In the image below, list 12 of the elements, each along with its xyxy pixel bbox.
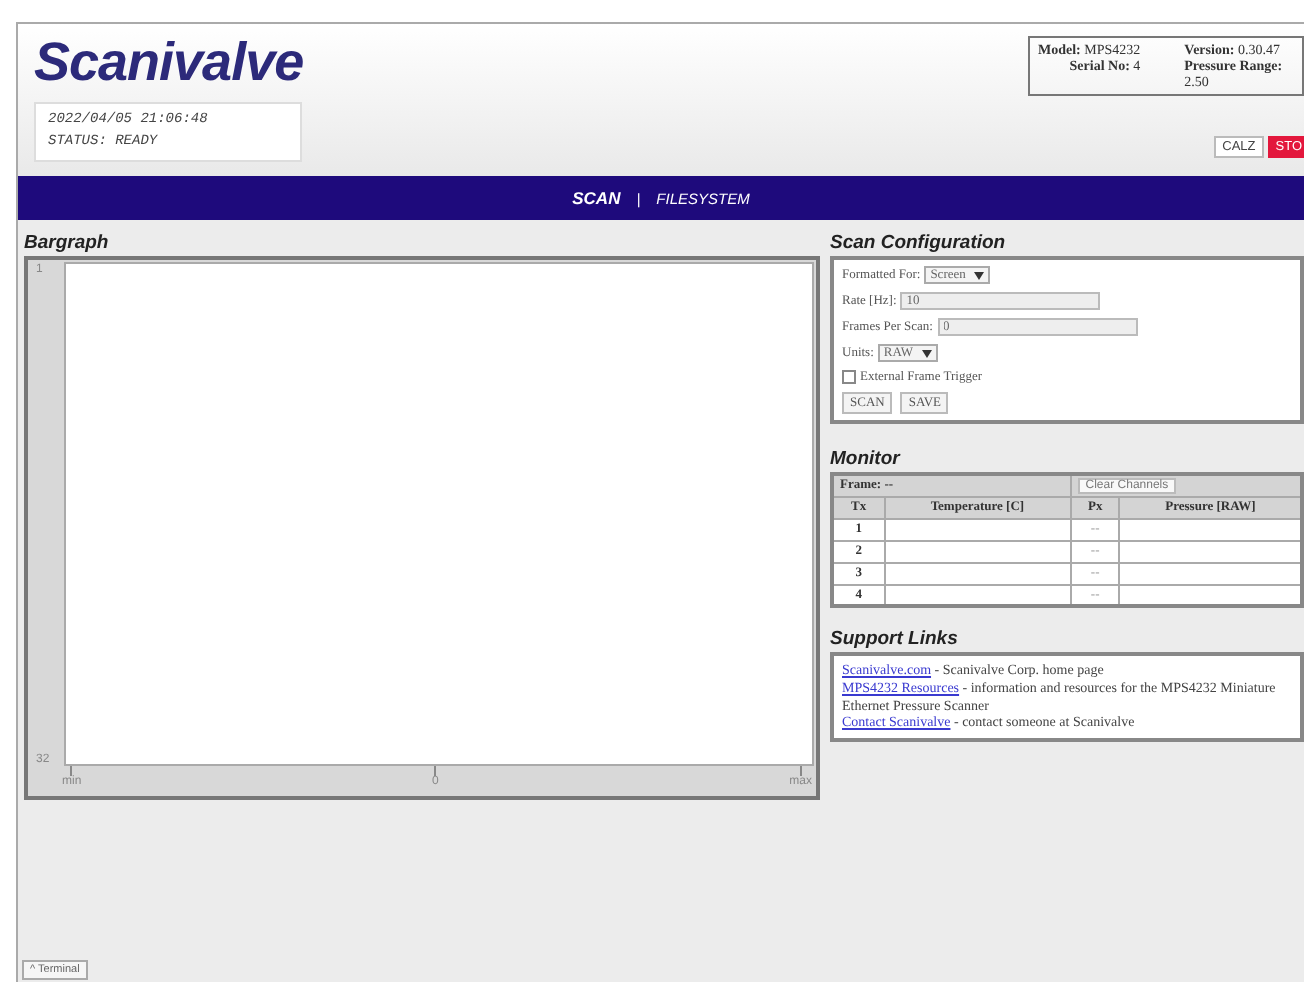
tick-mark xyxy=(799,766,802,776)
nav-tab[interactable]: SCAN xyxy=(572,188,621,208)
dropdown-caret-icon xyxy=(921,349,932,357)
panel-title: Monitor xyxy=(830,448,903,470)
tick-mark xyxy=(434,766,437,776)
dropdown-caret-icon xyxy=(973,271,984,279)
panel-title: Bargraph xyxy=(24,232,111,254)
panel-title: Scan Configuration xyxy=(830,232,1008,254)
logo: Scanivalve xyxy=(34,36,304,90)
panel-title: Support Links xyxy=(830,628,960,650)
checkbox[interactable] xyxy=(842,370,856,384)
tick-mark xyxy=(70,766,73,776)
